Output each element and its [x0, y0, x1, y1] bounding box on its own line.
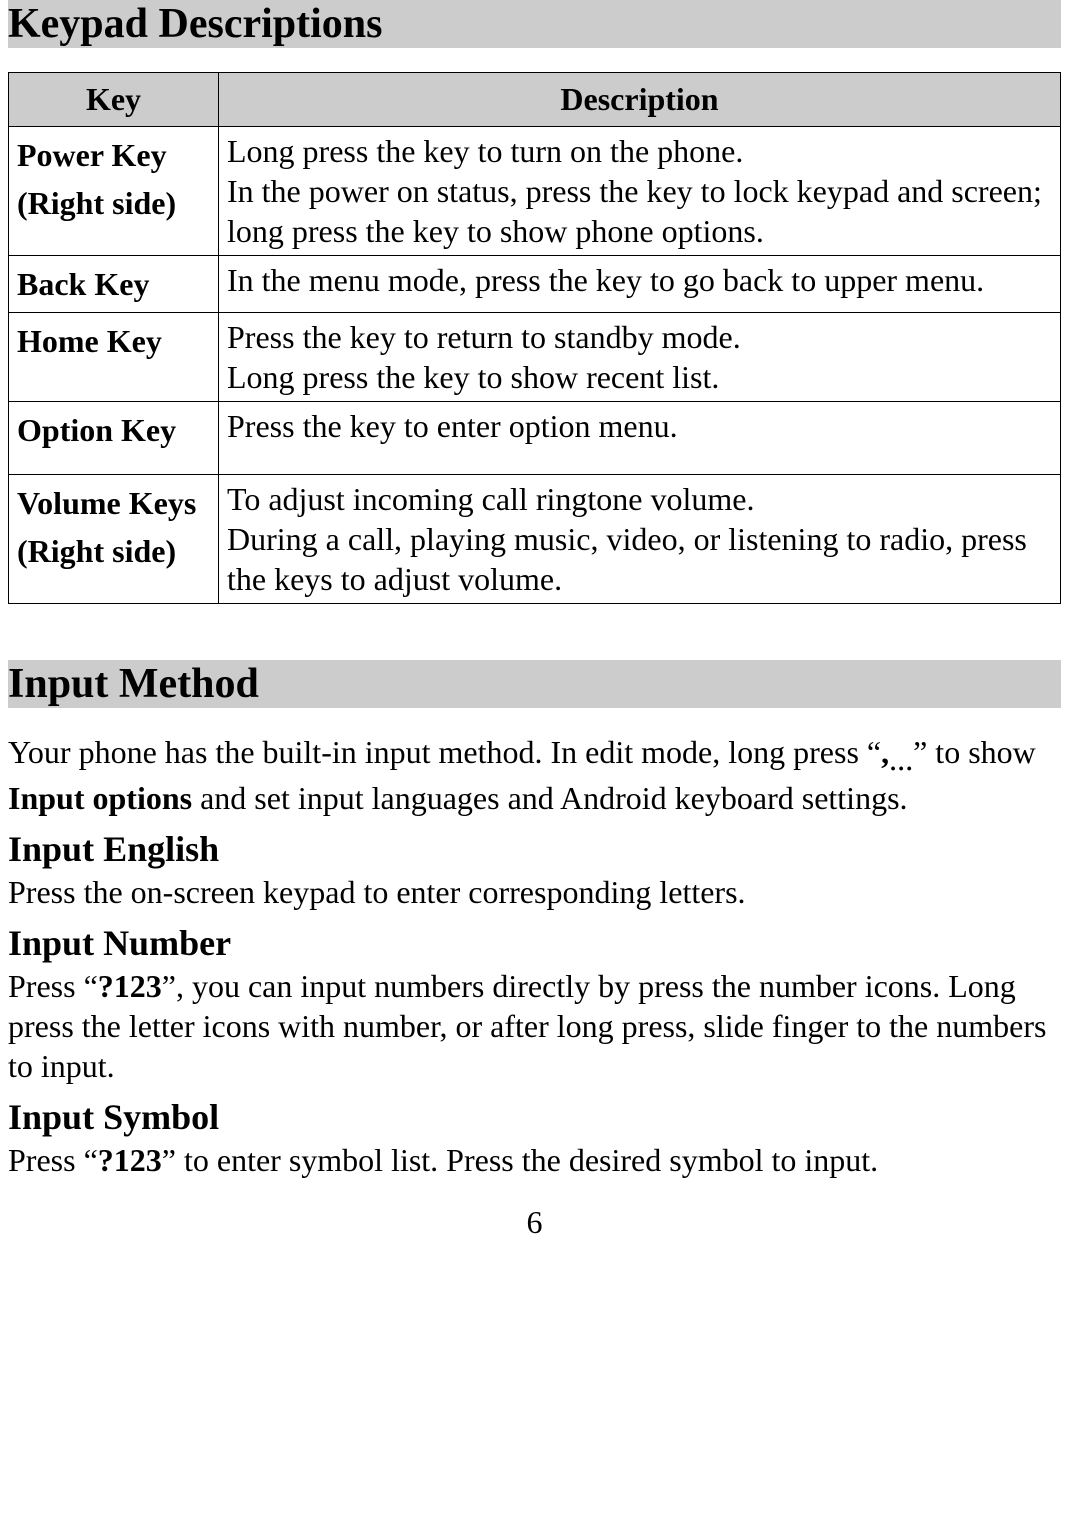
text-bold: Input options [8, 780, 192, 816]
heading-input-english: Input English [8, 828, 1061, 870]
heading-input-symbol: Input Symbol [8, 1096, 1061, 1138]
key-cell: Power Key (Right side) [9, 127, 219, 256]
table-header-description: Description [219, 73, 1061, 127]
text-segment: and set input languages and Android keyb… [192, 780, 907, 816]
key-cell: Option Key [9, 402, 219, 475]
table-row: Power Key (Right side) Long press the ke… [9, 127, 1061, 256]
desc-cell: In the menu mode, press the key to go ba… [219, 256, 1061, 313]
text-segment: ” to enter symbol list. Press the desire… [162, 1142, 878, 1178]
text-segment: Press “ [8, 1142, 98, 1178]
text-bold: ?123 [98, 1142, 162, 1178]
table-row: Home Key Press the key to return to stan… [9, 313, 1061, 402]
key-cell: Back Key [9, 256, 219, 313]
key-cell: Home Key [9, 313, 219, 402]
page-number: 6 [8, 1204, 1061, 1241]
text-bold: ?123 [98, 968, 162, 1004]
desc-cell: Press the key to enter option menu. [219, 402, 1061, 475]
paragraph-input-method: Your phone has the built-in input method… [8, 732, 1061, 818]
text-segment: Press “ [8, 968, 98, 1004]
text-segment: ”, you can input numbers directly by pre… [8, 968, 1046, 1084]
table-row: Option Key Press the key to enter option… [9, 402, 1061, 475]
heading-input-method: Input Method [8, 660, 1061, 708]
text-segment: ” to show [913, 734, 1036, 770]
heading-input-number: Input Number [8, 922, 1061, 964]
desc-cell: To adjust incoming call ringtone volume.… [219, 475, 1061, 604]
text-bold: , [881, 734, 889, 770]
text-sub: … [889, 750, 913, 776]
desc-cell: Long press the key to turn on the phone.… [219, 127, 1061, 256]
key-cell: Volume Keys (Right side) [9, 475, 219, 604]
table-row: Volume Keys (Right side) To adjust incom… [9, 475, 1061, 604]
paragraph-input-symbol: Press “?123” to enter symbol list. Press… [8, 1140, 1061, 1180]
heading-keypad-descriptions: Keypad Descriptions [8, 0, 1061, 48]
table-row: Back Key In the menu mode, press the key… [9, 256, 1061, 313]
table-header-key: Key [9, 73, 219, 127]
text-segment: Your phone has the built-in input method… [8, 734, 881, 770]
keypad-table: Key Description Power Key (Right side) L… [8, 72, 1061, 604]
desc-cell: Press the key to return to standby mode.… [219, 313, 1061, 402]
paragraph-input-number: Press “?123”, you can input numbers dire… [8, 966, 1061, 1086]
paragraph-input-english: Press the on-screen keypad to enter corr… [8, 872, 1061, 912]
